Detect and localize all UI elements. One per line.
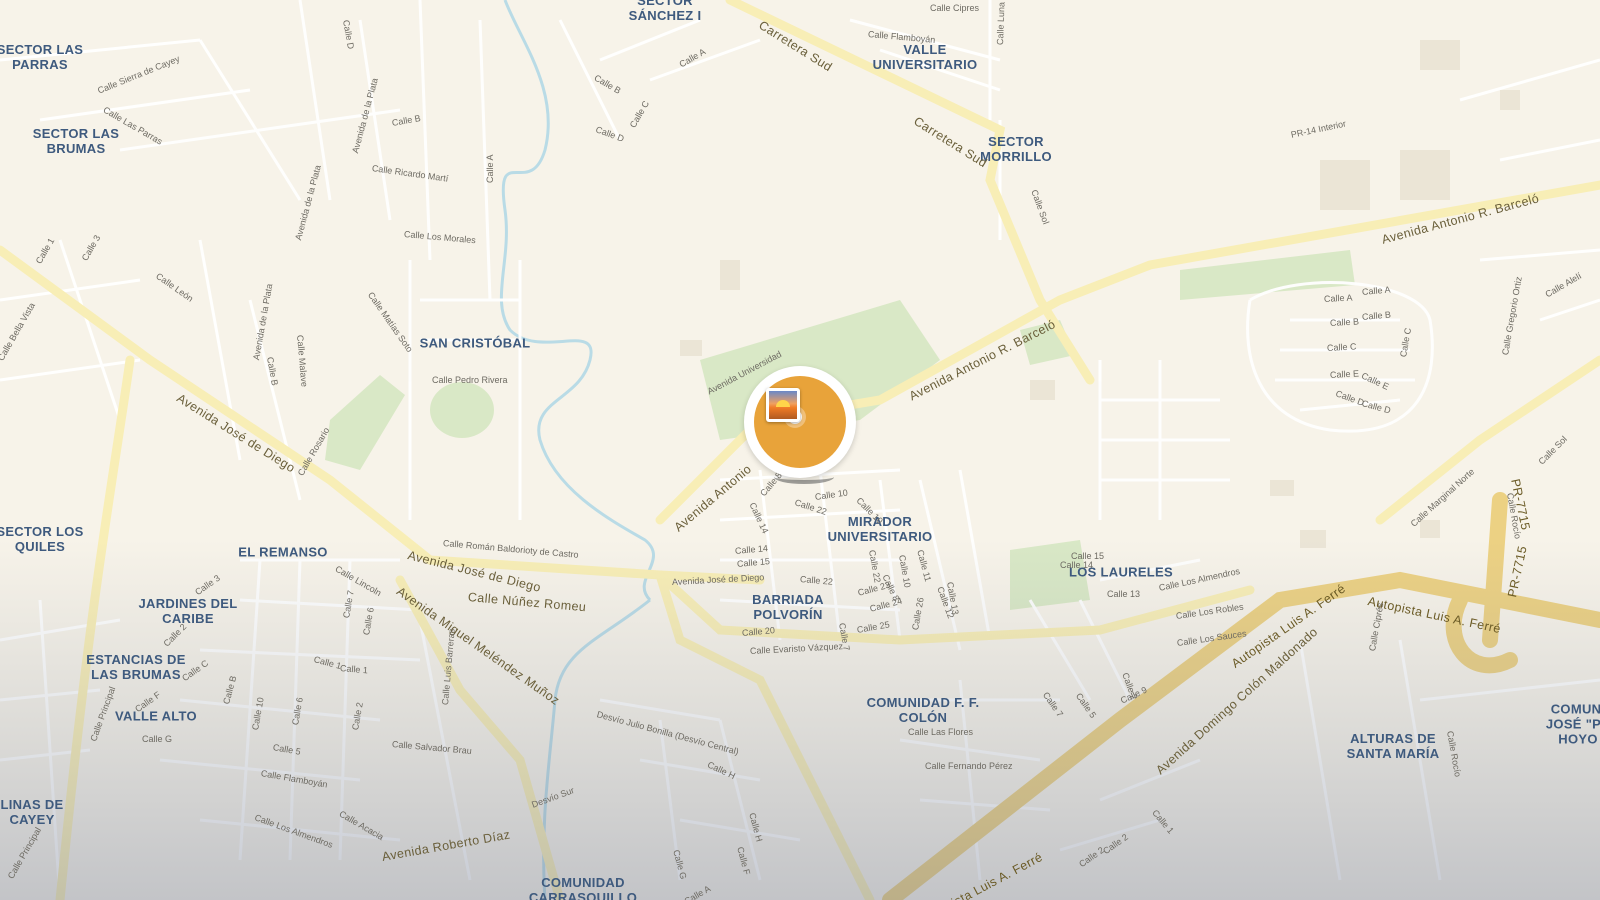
street-label: Calle Pedro Rivera <box>432 375 508 385</box>
area-label-sector-los-quiles: SECTOR LOS QUILES <box>0 524 84 554</box>
street-label: Calle E <box>1329 368 1360 380</box>
area-label-sector-morrillo: SECTOR MORRILLO <box>980 134 1052 164</box>
street-label: Calle A <box>1323 292 1353 304</box>
street-label: Calle B <box>1329 316 1360 328</box>
street-label: Calle 14 <box>1060 560 1094 570</box>
area-label-comunidad-carrasquillo: COMUNIDAD CARRASQUILLO <box>528 875 638 900</box>
area-label-alturas-santa-maria: ALTURAS DE SANTA MARÍA <box>1346 731 1440 761</box>
street-label: Calle Luna <box>995 1 1007 46</box>
area-label-barriada-polvorin: BARRIADA POLVORÍN <box>752 592 824 622</box>
area-label-valle-alto: VALLE ALTO <box>115 708 197 724</box>
street-label: Calle 13 <box>1107 589 1141 599</box>
area-label-valle-universitario: VALLE UNIVERSITARIO <box>872 42 978 72</box>
street-label: Calle Fernando Pérez <box>925 761 1013 771</box>
photo-icon[interactable] <box>766 388 800 422</box>
map-view[interactable]: SECTOR SÁNCHEZ I VALLE UNIVERSITARIO SECTOR … <box>0 0 1600 900</box>
area-label-sector-sanchez: SECTOR SÁNCHEZ I <box>628 0 702 23</box>
street-label: Calle G <box>142 734 173 744</box>
sun-icon <box>776 400 790 407</box>
area-label-jardines-del-caribe: JARDINES DEL CARIBE <box>138 596 238 626</box>
area-label-sector-las-brumas: SECTOR LAS BRUMAS <box>32 126 120 156</box>
park-area <box>430 382 494 438</box>
street-label: Calle Cipres <box>930 3 980 13</box>
area-label-san-cristobal: SAN CRISTÓBAL <box>419 335 531 351</box>
area-label-comunidad-jose: COMUNIJOSÉ "PEHOYO <box>1545 701 1600 747</box>
street-label: Calle Las Flores <box>908 727 974 737</box>
area-label-sector-las-parras: SECTOR LAS PARRAS <box>0 42 84 72</box>
area-label-estancias-las-brumas: ESTANCIAS DE LAS BRUMAS <box>86 652 186 682</box>
street-label: Calle A <box>485 154 495 183</box>
area-label-comunidad-colon: COMUNIDAD F. F. COLÓN <box>866 695 980 725</box>
location-marker[interactable] <box>744 366 856 484</box>
area-label-lomas-de-cayey: LINAS DE CAYEY <box>0 797 64 827</box>
area-label-el-remanso: EL REMANSO <box>238 544 328 560</box>
street-label: Calle C <box>1326 341 1357 353</box>
